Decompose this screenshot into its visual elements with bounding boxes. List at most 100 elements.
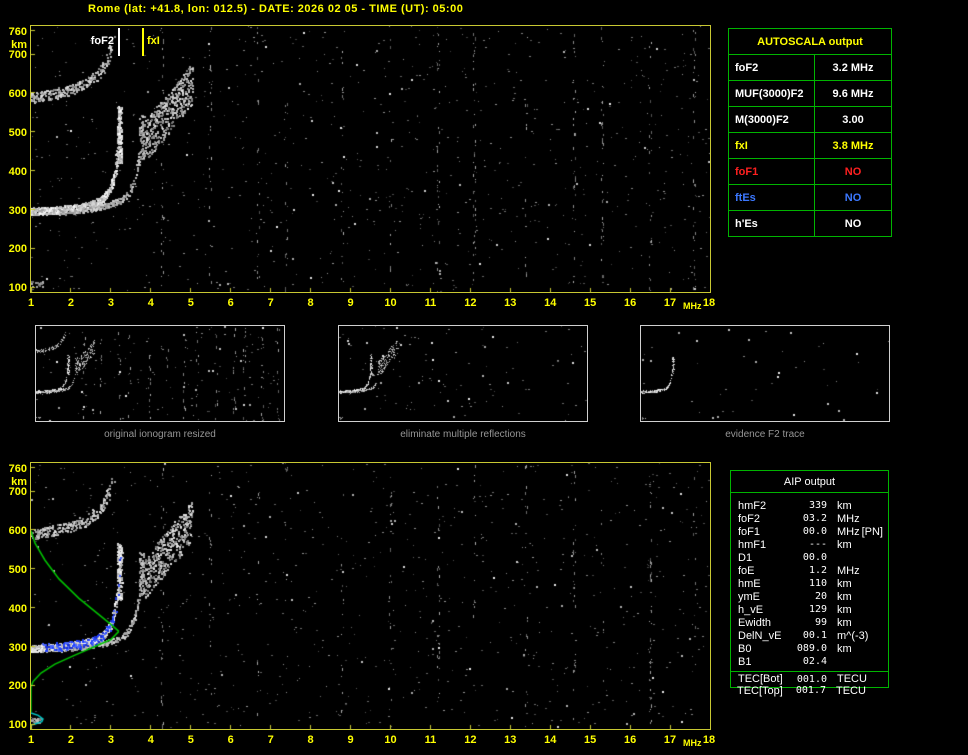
aip-row-extra: [PN] [861, 525, 883, 538]
y-axis-tick-label: 700 [8, 49, 27, 61]
y-axis-tick-label: 600 [8, 524, 27, 537]
x-axis-tick-label: 10 [384, 297, 397, 309]
x-axis-tick-label: 11 [424, 734, 437, 746]
autoscala-output-panel: AUTOSCALA output foF2 3.2 MHz MUF(3000)F2 9… [728, 28, 892, 237]
aip-row-foE: foE 1.2 MHz [731, 564, 888, 577]
thumbnail-caption-original: original ionogram resized [104, 429, 216, 440]
y-axis-tick-label: 300 [8, 204, 27, 217]
aip-row-label: hmE [738, 577, 761, 590]
aip-row-B0: B0 089.0 km [731, 642, 888, 655]
x-axis-tick-label: 1 [27, 734, 35, 746]
thumbnail-eliminate-canvas [339, 326, 587, 421]
aip-row-value: 089.0 [796, 643, 827, 654]
autoscala-row-label: fxI [729, 133, 815, 158]
x-axis-tick-label: 11 [424, 297, 437, 309]
aip-row-Ewidth: Ewidth 99 km [731, 616, 888, 629]
x-axis-tick-label: 7 [267, 734, 274, 746]
autoscala-row-hpEs: h'Es NO [729, 210, 891, 236]
x-axis-tick-label: 12 [464, 297, 477, 309]
thumbnail-evidence-f2 [640, 325, 890, 422]
thumbnail-original-canvas [36, 326, 284, 421]
aip-row-label: DelN_vE [738, 629, 782, 642]
fxI-marker-label: fxI [147, 35, 160, 47]
x-axis-tick-label: 17 [663, 297, 677, 309]
y-axis-tick-label: 400 [8, 602, 27, 615]
x-axis-tick-label: 12 [464, 734, 477, 746]
x-axis-tick-label: 17 [663, 734, 677, 746]
aip-row-unit: MHz [837, 512, 860, 525]
fxI-marker-line [142, 28, 144, 56]
thumbnail-caption-evidence: evidence F2 trace [725, 429, 805, 440]
thumbnail-evidence-canvas [641, 326, 889, 421]
aip-row-label: B0 [738, 642, 752, 655]
aip-row-h_vE: h_vE 129 km [731, 603, 888, 616]
aip-row-label: foF2 [738, 512, 761, 525]
aip-row-label: D1 [738, 551, 753, 564]
x-axis-last-tick-label: 18 [702, 297, 716, 309]
foF2-marker-line [118, 28, 120, 56]
aip-row-ymE: ymE 20 km [731, 590, 888, 603]
autoscala-row-MUF3000F2: MUF(3000)F2 9.6 MHz [729, 80, 891, 106]
aip-row-label: hmF2 [738, 499, 767, 512]
aip-row-unit: km [837, 603, 852, 616]
x-axis-tick-label: 9 [347, 734, 354, 746]
aip-row-label: B1 [738, 655, 752, 668]
thumbnail-caption-eliminate: eliminate multiple reflections [400, 429, 526, 440]
x-axis-tick-label: 16 [623, 297, 637, 309]
aip-row-unit: km [837, 616, 852, 629]
aip-row-value: 1.2 [808, 565, 827, 576]
autoscala-row-label: M(3000)F2 [729, 107, 815, 132]
x-axis-tick-label: 16 [623, 734, 637, 746]
y-axis-tick-label: 600 [8, 87, 27, 100]
y-axis-tick-label: 400 [8, 165, 27, 178]
aip-row-B1: B1 02.4 [731, 655, 888, 668]
x-axis-tick-label: 14 [544, 297, 557, 309]
autoscala-window: Rome (lat: +41.8, lon: 012.5) - DATE: 20… [0, 0, 968, 755]
aip-row-value: 20 [814, 591, 827, 602]
aip-row-label: foF1 [738, 525, 761, 538]
y-axis-tick-label: 500 [8, 126, 27, 139]
x-axis-tick-label: 6 [227, 734, 234, 746]
autoscala-row-ftEs: ftEs NO [729, 184, 891, 210]
autoscala-row-value: NO [844, 165, 862, 178]
aip-row-unit: km [837, 642, 852, 655]
aip-row-hmE: hmE 110 km [731, 577, 888, 590]
aip-row-foF2: foF2 03.2 MHz [731, 512, 888, 525]
y-axis-unit: km [11, 475, 27, 488]
thumbnail-original-ionogram [35, 325, 285, 422]
x-axis-tick-label: 1 [27, 297, 35, 309]
aip-row-label: ymE [738, 590, 760, 603]
y-axis-tick-label: 200 [8, 243, 27, 256]
autoscala-row-label: h'Es [729, 211, 815, 236]
aip-row-hmF2: hmF2 339 km [731, 499, 888, 512]
autoscala-row-value: 3.8 MHz [832, 139, 874, 152]
y-axis-unit: km [11, 38, 27, 51]
aip-row-label: hmF1 [738, 538, 767, 551]
x-axis-tick-label: 13 [504, 297, 517, 309]
aip-row-unit: km [837, 577, 852, 590]
y-axis-tick-label: 100 [8, 282, 27, 295]
aip-row-value: 00.0 [802, 526, 827, 537]
ionogram-profile-canvas [31, 463, 710, 729]
aip-row-TEC_Top: TEC[Top] 001.7 TECU [730, 684, 889, 697]
aip-row-unit: MHz [837, 525, 860, 538]
ionogram-plot-main: 760 700 600 500 400 300 200 100 km 1 2 3 4 5 6 7 8 9 10 11 1… [9, 25, 715, 311]
autoscala-row-foF1: foF1 NO [729, 158, 891, 184]
x-axis-tick-label: 15 [584, 297, 597, 309]
aip-row-value: 99 [814, 617, 827, 628]
autoscala-row-value: 9.6 MHz [832, 87, 874, 100]
x-axis-tick-label: 15 [584, 734, 597, 746]
x-axis-tick-label: 2 [67, 297, 74, 309]
x-axis-tick-label: 7 [267, 297, 274, 309]
autoscala-row-M3000F2: M(3000)F2 3.00 [729, 106, 891, 132]
aip-row-unit: km [837, 538, 852, 551]
x-axis-unit: MHz [683, 301, 702, 311]
x-axis-tick-label: 9 [347, 297, 354, 309]
x-axis-tick-label: 3 [107, 297, 114, 309]
aip-row-unit: TECU [836, 684, 866, 697]
aip-row-hmF1: hmF1 --- km [731, 538, 888, 551]
aip-row-D1: D1 00.0 [731, 551, 888, 564]
y-axis-tick-label: 500 [8, 563, 27, 576]
x-axis-tick-label: 3 [107, 734, 114, 746]
y-axis-tick-label: 200 [8, 680, 27, 693]
